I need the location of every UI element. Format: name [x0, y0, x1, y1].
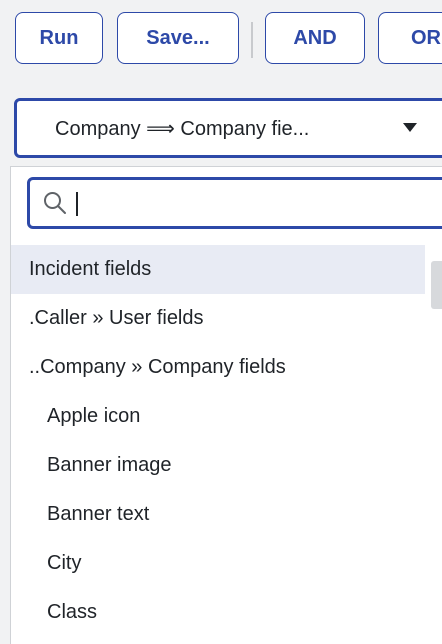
condition-toolbar: Run Save... AND OR — [0, 0, 442, 88]
option-banner-text[interactable]: Banner text — [11, 490, 425, 539]
or-button-label: OR — [411, 26, 441, 49]
run-button-label: Run — [39, 26, 79, 49]
option-class[interactable]: Class — [11, 588, 425, 637]
save-button-label: Save... — [146, 26, 210, 49]
or-button[interactable]: OR — [378, 12, 442, 64]
option-banner-image[interactable]: Banner image — [11, 441, 425, 490]
field-select[interactable]: Company ⟹ Company fie... — [14, 98, 442, 158]
field-search-input[interactable] — [27, 177, 442, 229]
save-button[interactable]: Save... — [117, 12, 239, 64]
caret-down-icon — [403, 123, 417, 132]
option-caller-user-fields[interactable]: .Caller » User fields — [11, 294, 425, 343]
and-button-label: AND — [293, 26, 337, 49]
text-cursor — [76, 192, 78, 216]
option-incident-fields[interactable]: Incident fields — [11, 245, 425, 294]
and-button[interactable]: AND — [265, 12, 365, 64]
run-button[interactable]: Run — [15, 12, 103, 64]
option-company-company-fields[interactable]: ..Company » Company fields — [11, 343, 425, 392]
field-select-value: Company ⟹ Company fie... — [55, 118, 310, 140]
field-dropdown: Incident fields .Caller » User fields ..… — [10, 166, 442, 644]
field-options-list: Incident fields .Caller » User fields ..… — [11, 245, 425, 637]
option-apple-icon[interactable]: Apple icon — [11, 392, 425, 441]
toolbar-divider — [251, 22, 253, 58]
scrollbar-thumb[interactable] — [431, 261, 442, 309]
option-city[interactable]: City — [11, 539, 425, 588]
search-icon — [44, 192, 66, 214]
